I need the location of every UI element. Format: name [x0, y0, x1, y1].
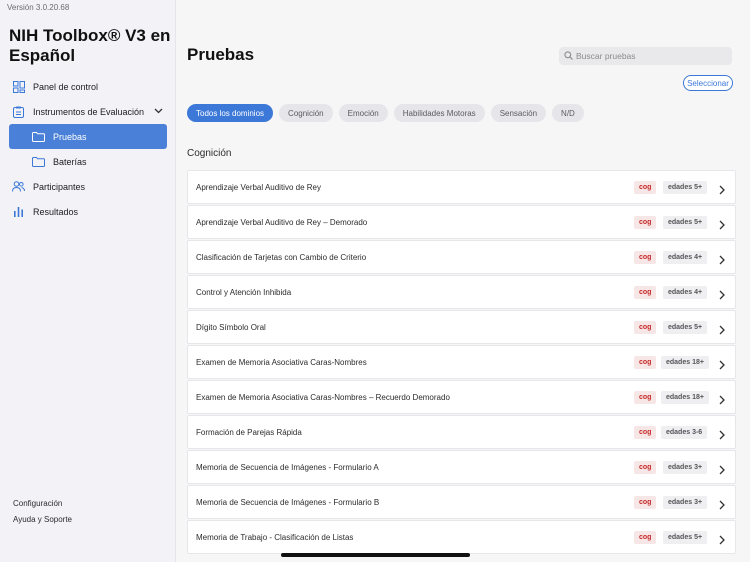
- search-input[interactable]: [576, 51, 726, 61]
- domain-badge: cog: [634, 181, 657, 194]
- search-bar[interactable]: [559, 47, 732, 65]
- test-name: Clasificación de Tarjetas con Cambio de …: [196, 252, 367, 262]
- home-indicator: [281, 553, 470, 557]
- age-badge: edades 3+: [663, 496, 708, 509]
- domain-badge: cog: [634, 321, 657, 334]
- sidebar-item-label: Baterías: [53, 156, 87, 167]
- chevron-right-icon: [719, 497, 725, 515]
- chevron-right-icon: [719, 427, 725, 445]
- chevron-right-icon: [719, 182, 725, 200]
- list-item[interactable]: Examen de Memoria Asociativa Caras-Nombr…: [187, 380, 736, 414]
- age-badge: edades 5+: [663, 321, 708, 334]
- test-name: Dígito Símbolo Oral: [196, 322, 266, 332]
- domain-badge: cog: [634, 391, 657, 404]
- list-item[interactable]: Aprendizaje Verbal Auditivo de Rey cog eda…: [187, 170, 736, 204]
- sidebar-item-instrumentos[interactable]: Instrumentos de Evaluación: [9, 99, 167, 124]
- version-label: Versión 3.0.20.68: [7, 3, 70, 12]
- test-name: Formación de Parejas Rápida: [196, 427, 302, 437]
- domain-badge: cog: [634, 461, 657, 474]
- search-icon: [564, 47, 573, 65]
- sidebar-item-label: Pruebas: [53, 131, 87, 142]
- list-item[interactable]: Memoria de Secuencia de Imágenes - Formu…: [187, 450, 736, 484]
- age-badge: edades 5+: [663, 216, 708, 229]
- domain-filter-chips: Todos los dominios Cognición Emoción Hab…: [187, 104, 584, 122]
- test-name: Memoria de Secuencia de Imágenes - Formu…: [196, 462, 379, 472]
- folder-icon: [32, 155, 45, 168]
- age-badge: edades 5+: [663, 531, 708, 544]
- domain-badge: cog: [634, 531, 657, 544]
- chip-cognicion[interactable]: Cognición: [279, 104, 333, 122]
- dashboard-grid-icon: [12, 80, 25, 93]
- chevron-right-icon: [719, 252, 725, 270]
- chevron-right-icon: [719, 287, 725, 305]
- age-badge: edades 18+: [661, 356, 709, 369]
- test-name: Examen de Memoria Asociativa Caras-Nombr…: [196, 357, 367, 367]
- sidebar-item-label: Instrumentos de Evaluación: [33, 106, 145, 117]
- chip-sensacion[interactable]: Sensación: [490, 104, 547, 122]
- age-badge: edades 3+: [663, 461, 708, 474]
- configuracion-link[interactable]: Configuración: [13, 499, 62, 508]
- chip-todos[interactable]: Todos los dominios: [187, 104, 274, 122]
- chevron-right-icon: [719, 532, 725, 550]
- folder-icon: [32, 130, 45, 143]
- chevron-right-icon: [719, 462, 725, 480]
- sidebar-nav: Panel de control Instrumentos de Evaluac…: [9, 74, 167, 224]
- domain-badge: cog: [634, 286, 657, 299]
- chevron-right-icon: [719, 322, 725, 340]
- test-name: Aprendizaje Verbal Auditivo de Rey – Dem…: [196, 217, 368, 227]
- clipboard-icon: [12, 105, 25, 118]
- sidebar-item-pruebas[interactable]: Pruebas: [9, 124, 167, 149]
- list-item[interactable]: Formación de Parejas Rápida cog edades 3-6: [187, 415, 736, 449]
- sidebar-item-label: Participantes: [33, 181, 86, 192]
- list-item[interactable]: Dígito Símbolo Oral cog edades 5+: [187, 310, 736, 344]
- test-name: Control y Atención Inhibida: [196, 287, 292, 297]
- chevron-down-icon[interactable]: [154, 106, 163, 116]
- ayuda-link[interactable]: Ayuda y Soporte: [13, 515, 72, 524]
- sidebar-item-resultados[interactable]: Resultados: [9, 199, 167, 224]
- chevron-right-icon: [719, 357, 725, 375]
- domain-badge: cog: [634, 216, 657, 229]
- main-content: Pruebas Seleccionar Todos los dominios C…: [176, 0, 750, 562]
- chevron-right-icon: [719, 392, 725, 410]
- domain-badge: cog: [634, 356, 657, 369]
- domain-badge: cog: [634, 496, 657, 509]
- section-title: Cognición: [187, 148, 232, 159]
- age-badge: edades 3-6: [661, 426, 708, 439]
- age-badge: edades 4+: [663, 251, 708, 264]
- page-title: Pruebas: [187, 45, 255, 64]
- select-button[interactable]: Seleccionar: [683, 75, 733, 91]
- list-item[interactable]: Aprendizaje Verbal Auditivo de Rey – Dem…: [187, 205, 736, 239]
- sidebar-item-label: Resultados: [33, 206, 79, 217]
- test-name: Memoria de Secuencia de Imágenes - Formu…: [196, 497, 380, 507]
- list-item[interactable]: Memoria de Trabajo - Clasificación de Li…: [187, 520, 736, 554]
- list-item[interactable]: Clasificación de Tarjetas con Cambio de …: [187, 240, 736, 274]
- list-item[interactable]: Control y Atención Inhibida cog edades 4+: [187, 275, 736, 309]
- list-item[interactable]: Memoria de Secuencia de Imágenes - Formu…: [187, 485, 736, 519]
- sidebar-item-panel[interactable]: Panel de control: [9, 74, 167, 99]
- chip-nd[interactable]: N/D: [552, 104, 584, 122]
- chevron-right-icon: [719, 217, 725, 235]
- sidebar-item-label: Panel de control: [33, 81, 99, 92]
- list-item[interactable]: Examen de Memoria Asociativa Caras-Nombr…: [187, 345, 736, 379]
- test-name: Examen de Memoria Asociativa Caras-Nombr…: [196, 392, 450, 402]
- app-title: NIH Toolbox® V3 en Español: [9, 26, 171, 65]
- chip-emocion[interactable]: Emoción: [338, 104, 388, 122]
- bar-chart-icon: [12, 205, 25, 218]
- people-icon: [12, 180, 25, 193]
- age-badge: edades 4+: [663, 286, 708, 299]
- sidebar-item-participantes[interactable]: Participantes: [9, 174, 167, 199]
- domain-badge: cog: [634, 426, 657, 439]
- test-list: Aprendizaje Verbal Auditivo de Rey cog eda…: [187, 170, 736, 555]
- domain-badge: cog: [634, 251, 657, 264]
- age-badge: edades 5+: [663, 181, 708, 194]
- test-name: Aprendizaje Verbal Auditivo de Rey: [196, 182, 321, 192]
- test-name: Memoria de Trabajo - Clasificación de Li…: [196, 532, 354, 542]
- chip-habilidades-motoras[interactable]: Habilidades Motoras: [393, 104, 485, 122]
- age-badge: edades 18+: [661, 391, 709, 404]
- sidebar: Versión 3.0.20.68 NIH Toolbox® V3 en Esp…: [0, 0, 176, 562]
- sidebar-item-baterias[interactable]: Baterías: [9, 149, 167, 174]
